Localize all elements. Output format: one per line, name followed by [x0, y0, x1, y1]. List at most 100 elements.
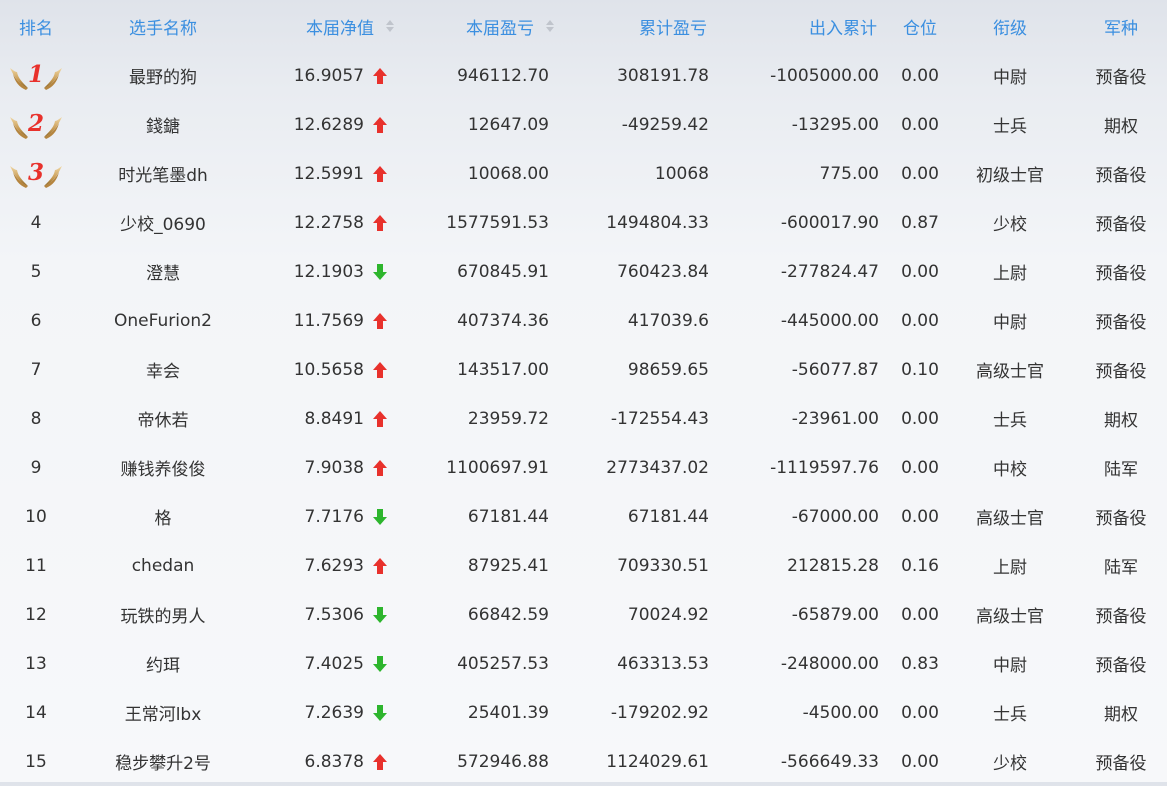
player-name[interactable]: chedan	[72, 541, 254, 590]
nav-value: 10.5658	[293, 359, 364, 380]
player-name[interactable]: 錢鎕	[72, 100, 254, 149]
sort-icon[interactable]	[546, 20, 554, 32]
nav-value: 7.6293	[304, 555, 364, 576]
table-row[interactable]: 2 錢鎕 12.6289 12647.09 -49259.42 -13295.00 0.00…	[0, 100, 1167, 149]
nav-value: 7.5306	[304, 604, 364, 625]
branch-value: 期权	[1104, 705, 1138, 725]
player-name[interactable]: 帝休若	[72, 394, 254, 443]
profit-value: 1100697.91	[446, 457, 549, 478]
header-name[interactable]: 选手名称	[72, 2, 254, 50]
header-nav-sortable[interactable]: 本届净值	[254, 2, 394, 50]
player-name[interactable]: 格	[72, 492, 254, 541]
table-row[interactable]: 3 时光笔墨dh 12.5991 10068.00 10068 775.00 0.00 初级士…	[0, 149, 1167, 198]
header-branch[interactable]: 军种	[1075, 2, 1167, 50]
trend-up-icon	[370, 51, 390, 100]
rank-cell: 8	[30, 408, 42, 429]
cumulative-value: 2773437.02	[606, 457, 709, 478]
header-flow[interactable]: 出入累计	[720, 2, 877, 50]
profit-value: 67181.44	[467, 506, 549, 527]
rank-cell: 13	[25, 653, 47, 674]
nav-value: 12.5991	[293, 163, 364, 184]
position-value: 0.00	[901, 261, 939, 282]
cumulative-value: 417039.6	[627, 310, 709, 331]
player-name[interactable]: 王常河lbx	[72, 688, 254, 737]
player-name[interactable]: 约珥	[72, 639, 254, 688]
player-name[interactable]: 赚钱养俊俊	[72, 443, 254, 492]
rank-cell: 15	[25, 751, 47, 772]
player-name[interactable]: 幸会	[72, 345, 254, 394]
table-row[interactable]: 7 幸会 10.5658 143517.00 98659.65 -56077.87 0.10…	[0, 345, 1167, 394]
position-value: 0.10	[901, 359, 939, 380]
flow-value: -566649.33	[780, 751, 879, 772]
title-rank-value: 上尉	[993, 264, 1027, 284]
position-value: 0.00	[901, 65, 939, 86]
cumulative-value: 1124029.61	[606, 751, 709, 772]
position-value: 0.00	[901, 702, 939, 723]
table-row[interactable]: 6 OneFurion2 11.7569 407374.36 417039.6 -4450…	[0, 296, 1167, 345]
flow-value: -56077.87	[791, 359, 879, 380]
nav-value: 7.7176	[304, 506, 364, 527]
title-rank-value: 高级士官	[976, 607, 1044, 627]
player-name[interactable]: 澄慧	[72, 247, 254, 296]
title-rank-value: 初级士官	[976, 166, 1044, 186]
nav-value: 7.4025	[304, 653, 364, 674]
table-row[interactable]: 1 最野的狗 16.9057 946112.70 308191.78 -1005000.0…	[0, 51, 1167, 100]
title-rank-value: 中尉	[993, 313, 1027, 333]
table-row[interactable]: 11 chedan 7.6293 87925.41 709330.51 212815.28…	[0, 541, 1167, 590]
header-profit-sortable[interactable]: 本届盈亏	[414, 2, 554, 50]
branch-value: 预备役	[1095, 607, 1147, 627]
header-cumulative[interactable]: 累计盈亏	[560, 2, 707, 50]
header-position[interactable]: 仓位	[880, 2, 960, 50]
cumulative-value: 308191.78	[617, 65, 709, 86]
sort-icon[interactable]	[386, 20, 394, 32]
player-name[interactable]: 稳步攀升2号	[72, 737, 254, 786]
header-profit-label: 本届盈亏	[466, 18, 534, 39]
nav-value: 11.7569	[293, 310, 364, 331]
cumulative-value: -49259.42	[621, 114, 709, 135]
trend-up-icon	[370, 394, 390, 443]
title-rank-value: 中校	[993, 460, 1027, 480]
header-title-rank[interactable]: 衔级	[960, 2, 1060, 50]
flow-value: -248000.00	[780, 653, 879, 674]
trend-up-icon	[370, 296, 390, 345]
rank-cell: 10	[25, 506, 47, 527]
table-row[interactable]: 9 赚钱养俊俊 7.9038 1100697.91 2773437.02 -1119597…	[0, 443, 1167, 492]
table-row[interactable]: 10 格 7.7176 67181.44 67181.44 -67000.00 0.00 高级…	[0, 492, 1167, 541]
branch-value: 预备役	[1095, 215, 1147, 235]
player-name[interactable]: 最野的狗	[72, 51, 254, 100]
rank-cell: 1	[0, 51, 72, 100]
title-rank-value: 士兵	[993, 705, 1027, 725]
rank-cell: 14	[25, 702, 47, 723]
nav-value: 7.2639	[304, 702, 364, 723]
flow-value: -65879.00	[791, 604, 879, 625]
nav-value: 8.8491	[304, 408, 364, 429]
position-value: 0.00	[901, 408, 939, 429]
header-rank[interactable]: 排名	[0, 2, 72, 50]
table-row[interactable]: 14 王常河lbx 7.2639 25401.39 -179202.92 -4500.00…	[0, 688, 1167, 737]
player-name[interactable]: 玩铁的男人	[72, 590, 254, 639]
title-rank-value: 上尉	[993, 558, 1027, 578]
trend-up-icon	[370, 541, 390, 590]
cumulative-value: 70024.92	[627, 604, 709, 625]
table-row[interactable]: 5 澄慧 12.1903 670845.91 760423.84 -277824.47 0.…	[0, 247, 1167, 296]
profit-value: 407374.36	[457, 310, 549, 331]
cumulative-value: 67181.44	[627, 506, 709, 527]
flow-value: -13295.00	[791, 114, 879, 135]
rank-cell: 11	[25, 555, 47, 576]
player-name[interactable]: OneFurion2	[72, 296, 254, 345]
table-row[interactable]: 13 约珥 7.4025 405257.53 463313.53 -248000.00 0.…	[0, 639, 1167, 688]
position-value: 0.00	[901, 457, 939, 478]
table-row[interactable]: 4 少校_0690 12.2758 1577591.53 1494804.33 -6000…	[0, 198, 1167, 247]
player-name[interactable]: 少校_0690	[72, 198, 254, 247]
table-row[interactable]: 12 玩铁的男人 7.5306 66842.59 70024.92 -65879.00 0.…	[0, 590, 1167, 639]
table-row[interactable]: 15 稳步攀升2号 6.8378 572946.88 1124029.61 -566649…	[0, 737, 1167, 786]
rank-cell: 4	[30, 212, 42, 233]
profit-value: 1577591.53	[446, 212, 549, 233]
medal-rank-number: 1	[27, 60, 44, 88]
table-row[interactable]: 8 帝休若 8.8491 23959.72 -172554.43 -23961.00 0.0…	[0, 394, 1167, 443]
flow-value: -23961.00	[791, 408, 879, 429]
player-name[interactable]: 时光笔墨dh	[72, 149, 254, 198]
nav-value: 16.9057	[293, 65, 364, 86]
table-header: 排名 选手名称 本届净值 本届盈亏 累计盈亏 出入累计 仓位 衔级 军种	[0, 2, 1167, 50]
title-rank-value: 高级士官	[976, 362, 1044, 382]
